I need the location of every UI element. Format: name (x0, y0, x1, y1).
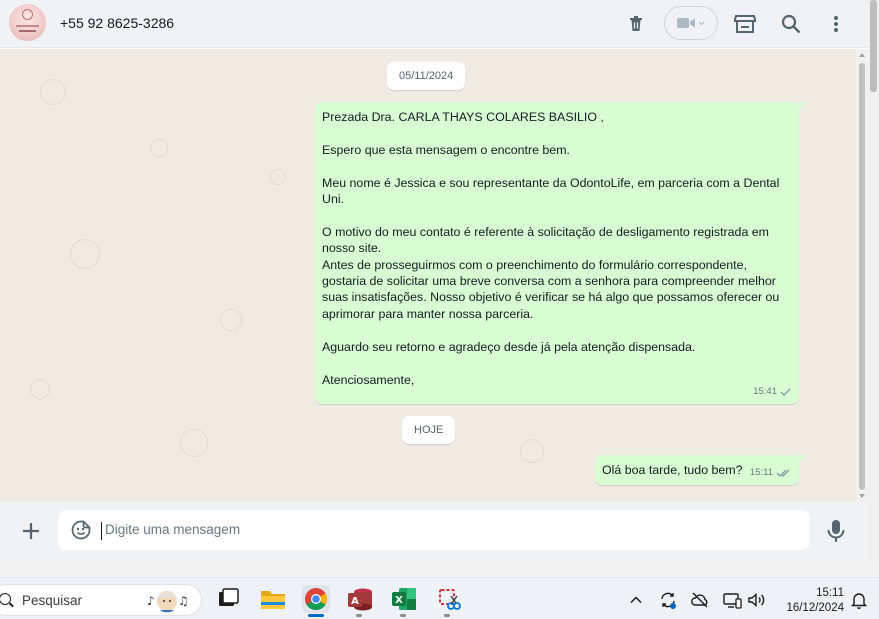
message-bubble[interactable]: Prezada Dra. CARLA THAYS COLARES BASILIO… (315, 102, 806, 404)
clock-date: 16/12/2024 (786, 602, 844, 614)
chevron-up-icon[interactable] (626, 590, 646, 610)
avatar-logo-mark (22, 9, 33, 20)
open-app-indicator (356, 614, 362, 617)
onedrive-offline-icon[interactable] (690, 590, 710, 610)
chat-area: 05/11/2024 Prezada Dra. CARLA THAYS COLA… (0, 49, 868, 502)
chrome-icon[interactable] (302, 585, 330, 613)
speaker-icon[interactable] (746, 590, 766, 610)
date-chip: HOJE (402, 416, 456, 444)
scroll-up-arrow[interactable] (859, 53, 865, 57)
message-input-placeholder: Digite uma mensagem (105, 522, 241, 537)
message-meta: 15:11 (750, 465, 791, 481)
chevron-down-icon (698, 21, 705, 25)
sticker-emoji-icon[interactable] (71, 520, 91, 540)
wallpaper-doodle (70, 239, 100, 269)
search-lens-handle (9, 602, 14, 608)
wallpaper-doodle (30, 379, 50, 399)
window-scrollbar[interactable] (868, 0, 879, 560)
chat-scrollbar-thumb[interactable] (859, 63, 865, 490)
access-icon[interactable]: A (346, 585, 374, 613)
catalog-icon[interactable] (733, 12, 757, 36)
window-bottom-edge (0, 560, 879, 577)
wallpaper-doodle (220, 309, 242, 331)
wallpaper-doodle (270, 169, 286, 185)
window-scrollbar-thumb[interactable] (870, 0, 877, 92)
message-input[interactable]: Digite uma mensagem (58, 510, 810, 550)
message-meta: 15:41 (753, 384, 791, 400)
avatar-logo-line-2 (19, 30, 36, 32)
notification-bell-icon[interactable] (849, 590, 869, 610)
message-text: Prezada Dra. CARLA THAYS COLARES BASILIO… (322, 110, 780, 387)
wallpaper-doodle (520, 439, 544, 463)
message-bubble[interactable]: Olá boa tarde, tudo bem? 15:11 (595, 455, 806, 485)
bubble-tail (798, 102, 806, 112)
svg-text:X: X (395, 595, 403, 606)
clock-time: 15:11 (816, 587, 844, 599)
taskbar-clock[interactable]: 15:11 16/12/2024 (780, 586, 844, 616)
active-app-indicator (308, 614, 324, 617)
open-app-indicator (400, 614, 406, 617)
text-caret (101, 522, 102, 540)
wallpaper-doodle (150, 139, 168, 157)
windows-taskbar: Pesquisar ♪ ♫ A X 15:11 16/12/2024 (0, 577, 879, 619)
avatar-logo-line (16, 25, 39, 27)
search-icon[interactable] (779, 12, 803, 36)
message-time: 15:41 (753, 385, 777, 397)
task-view-icon[interactable] (214, 585, 242, 613)
svg-text:♪: ♪ (147, 594, 155, 608)
single-check-icon (780, 388, 791, 396)
chat-header: +55 92 8625-3286 (0, 0, 868, 48)
video-call-button[interactable] (664, 6, 718, 40)
search-highlight-art-icon: ♪ ♫ (147, 591, 189, 613)
wallpaper-doodle (40, 79, 66, 105)
menu-icon[interactable] (824, 12, 848, 36)
svg-text:♫: ♫ (178, 594, 189, 608)
message-time: 15:11 (749, 466, 773, 478)
video-camera-icon (677, 18, 695, 28)
bubble-tail (798, 455, 806, 465)
double-check-icon (776, 469, 790, 477)
taskbar-search[interactable]: Pesquisar ♪ ♫ (0, 584, 202, 616)
scroll-down-arrow[interactable] (859, 494, 865, 498)
delete-icon[interactable] (624, 12, 648, 36)
message-composer: Digite uma mensagem (0, 502, 868, 560)
excel-icon[interactable]: X (390, 585, 418, 613)
contact-avatar[interactable] (9, 4, 46, 41)
taskbar-search-label: Pesquisar (22, 593, 83, 608)
date-chip: 05/11/2024 (387, 62, 466, 90)
microphone-icon[interactable] (825, 519, 847, 543)
file-explorer-icon[interactable] (259, 585, 287, 613)
connection-icon[interactable] (722, 590, 742, 610)
wallpaper-doodle (180, 429, 208, 457)
svg-text:A: A (351, 596, 359, 607)
sync-icon[interactable] (658, 590, 678, 610)
attach-plus-icon[interactable] (19, 519, 43, 543)
open-app-indicator (444, 614, 450, 617)
contact-name[interactable]: +55 92 8625-3286 (60, 15, 174, 31)
chat-scrollbar[interactable] (856, 49, 868, 502)
snipping-tool-icon[interactable] (435, 585, 463, 613)
